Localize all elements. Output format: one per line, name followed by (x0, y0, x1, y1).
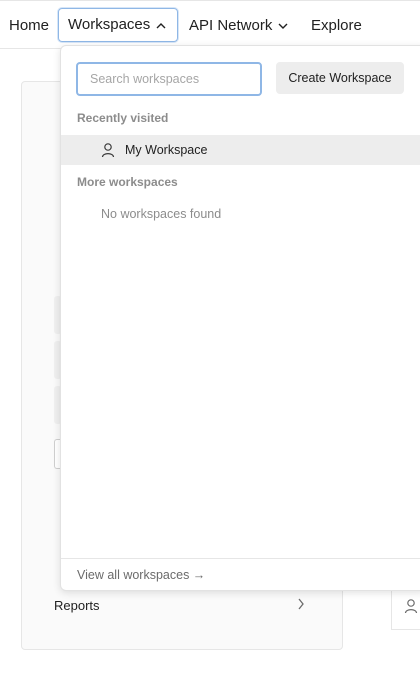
search-workspaces-input[interactable] (76, 62, 262, 96)
create-workspace-button[interactable]: Create Workspace (276, 62, 404, 94)
more-workspaces-heading: More workspaces (77, 175, 178, 189)
nav-workspaces-label: Workspaces (68, 16, 151, 33)
nav-explore[interactable]: Explore (311, 9, 362, 42)
chevron-right-icon (297, 597, 305, 615)
top-nav: Home Workspaces API Network Explore (0, 0, 420, 49)
person-icon (404, 598, 418, 619)
chevron-down-icon (278, 23, 288, 30)
empty-state-message: No workspaces found (101, 207, 222, 221)
workspaces-dropdown: Create Workspace Recently visited My Wor… (60, 45, 420, 591)
view-all-workspaces-link[interactable]: View all workspaces → (77, 568, 205, 582)
background-reports[interactable]: Reports (54, 598, 100, 613)
workspace-name: My Workspace (125, 143, 208, 157)
nav-home[interactable]: Home (9, 9, 49, 42)
divider (61, 558, 420, 559)
nav-api-network-label: API Network (189, 17, 273, 34)
nav-workspaces[interactable]: Workspaces (58, 8, 178, 42)
person-icon (101, 142, 115, 163)
nav-api-network[interactable]: API Network (189, 9, 288, 42)
chevron-up-icon (156, 22, 166, 29)
background-side-panel (391, 590, 420, 630)
recently-visited-heading: Recently visited (77, 111, 169, 125)
workspace-list-item[interactable]: My Workspace (61, 135, 420, 165)
